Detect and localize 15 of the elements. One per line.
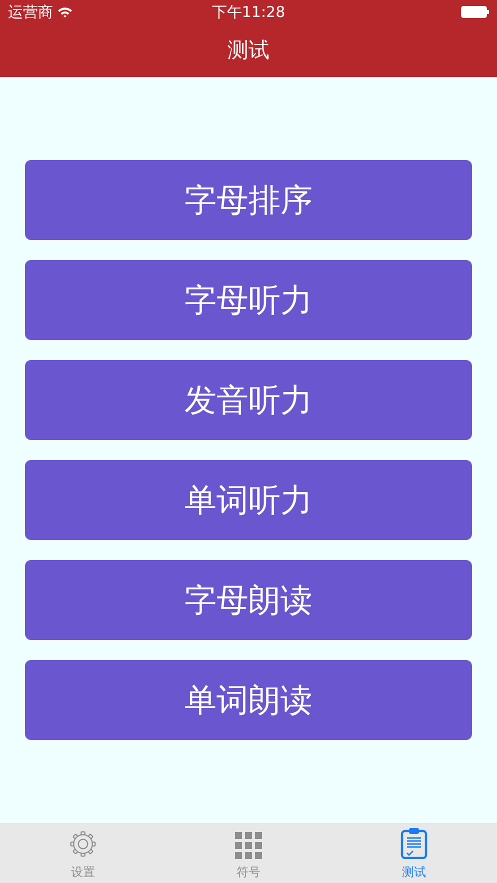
test-button[interactable]: 字母排序 (25, 160, 472, 240)
test-button[interactable]: 字母朗读 (25, 560, 472, 640)
clipboard-icon (400, 827, 428, 859)
status-time: 下午11:28 (212, 2, 286, 23)
grid-icon (235, 832, 262, 859)
test-button[interactable]: 单词朗读 (25, 660, 472, 740)
tab-item[interactable]: 测试 (331, 824, 497, 883)
nav-title: 测试 (228, 36, 270, 64)
test-button[interactable]: 单词听力 (25, 460, 472, 540)
carrier-name: 运营商 (8, 2, 53, 23)
test-button[interactable]: 字母听力 (25, 260, 472, 340)
wifi-icon (57, 6, 73, 18)
settings-icon (68, 829, 98, 859)
test-button[interactable]: 发音听力 (25, 360, 472, 440)
battery-icon (461, 6, 490, 18)
